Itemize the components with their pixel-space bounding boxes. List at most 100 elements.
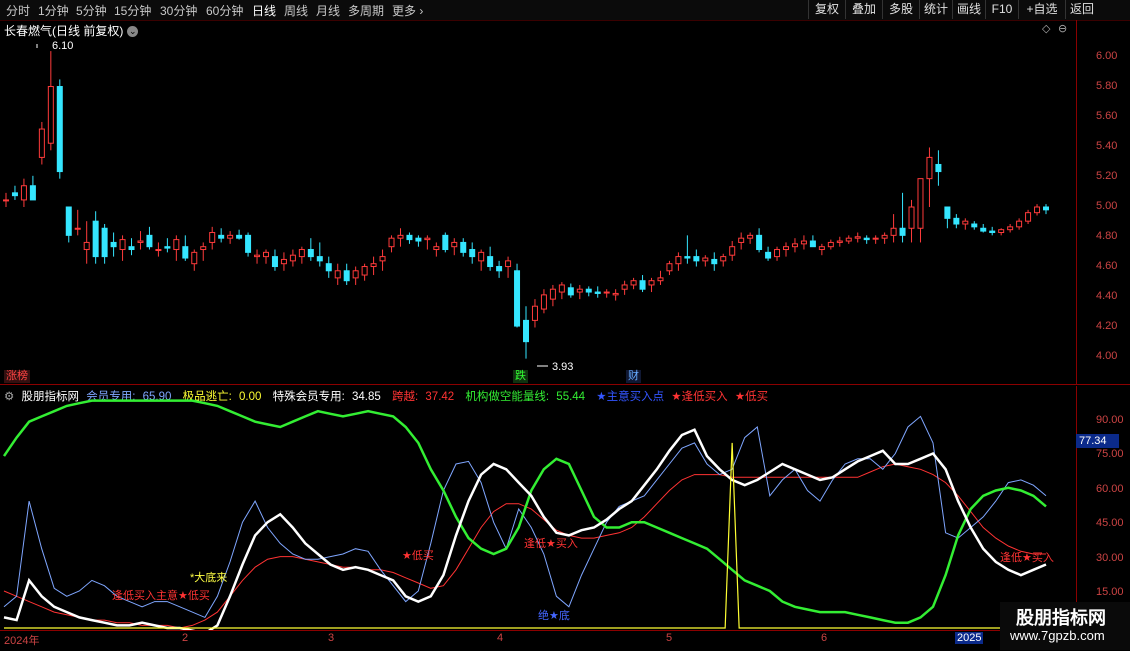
candle-body xyxy=(460,241,467,253)
candle-body xyxy=(442,234,449,251)
date-label: 2025 xyxy=(955,632,984,644)
candle-body xyxy=(191,251,198,265)
candle-body xyxy=(836,240,843,243)
label-low-buy: ★低买 xyxy=(402,550,434,562)
candle-body xyxy=(953,217,960,225)
candle-body xyxy=(343,270,350,282)
candle-body xyxy=(298,249,305,258)
candle-body xyxy=(738,237,745,243)
candle-body xyxy=(280,258,287,265)
candle-body xyxy=(818,246,825,251)
candle-body xyxy=(675,256,682,265)
candle-body xyxy=(137,240,144,243)
candle-body xyxy=(603,291,610,294)
candle-body xyxy=(989,230,996,234)
price-tick: 5.60 xyxy=(1096,110,1118,122)
candle-body xyxy=(514,270,521,327)
price-tick: 5.40 xyxy=(1096,140,1118,152)
candle-body xyxy=(549,288,556,300)
indicator-tick: 30.00 xyxy=(1096,552,1124,564)
candle-body xyxy=(451,241,458,248)
candle-body xyxy=(980,227,987,232)
candle-body xyxy=(881,234,888,239)
indicator-tick: 60.00 xyxy=(1096,483,1124,495)
chart-svg[interactable] xyxy=(0,0,1076,630)
candle-body xyxy=(496,266,503,272)
indicator-tick: 45.00 xyxy=(1096,517,1124,529)
candle-body xyxy=(531,305,538,321)
candle-body xyxy=(74,227,81,230)
candle-body xyxy=(612,292,619,296)
candle-body xyxy=(809,240,816,248)
price-tick: 4.60 xyxy=(1096,260,1118,272)
watermark-url: www.7gpzb.com xyxy=(1010,628,1105,643)
candle-body xyxy=(702,257,709,262)
candle-body xyxy=(765,251,772,259)
candle-body xyxy=(424,237,431,241)
candle-body xyxy=(254,254,261,258)
candle-body xyxy=(307,249,314,258)
candle-body xyxy=(827,241,834,248)
candle-body xyxy=(487,256,494,268)
candle-body xyxy=(469,249,476,258)
candle-body xyxy=(361,266,368,276)
candle-body xyxy=(1007,226,1014,231)
candle-body xyxy=(657,277,664,282)
blue-line xyxy=(3,415,1047,619)
candle-body xyxy=(128,246,135,251)
candle-body xyxy=(756,234,763,251)
candle-body xyxy=(245,234,252,253)
candle-body xyxy=(998,229,1005,234)
candle-body xyxy=(791,243,798,248)
candle-body xyxy=(155,249,162,252)
date-axis: 2024年 2 3 4 5 6 2025 xyxy=(0,630,1130,651)
candle-body xyxy=(65,206,72,236)
candle-body xyxy=(397,234,404,239)
date-label: 3 xyxy=(328,632,335,644)
candle-body xyxy=(3,199,9,202)
candle-body xyxy=(334,270,341,279)
candle-body xyxy=(56,86,63,173)
date-label: 2024年 xyxy=(4,635,40,647)
candle-body xyxy=(630,280,637,286)
candle-body xyxy=(164,246,171,249)
candle-body xyxy=(523,319,529,343)
candle-body xyxy=(110,241,117,248)
date-label: 5 xyxy=(666,632,673,644)
candle-body xyxy=(684,256,691,259)
candle-body xyxy=(263,251,269,258)
price-tick: 5.20 xyxy=(1096,170,1118,182)
candle-body xyxy=(648,280,655,286)
candle-body xyxy=(209,232,216,243)
candle-body xyxy=(962,220,969,225)
candle-body xyxy=(271,256,278,268)
candle-body xyxy=(639,280,646,290)
candle-body xyxy=(92,220,99,258)
candle-body xyxy=(971,223,978,228)
candle-body xyxy=(666,263,673,272)
candle-body xyxy=(1034,206,1041,214)
candle-body xyxy=(729,246,736,256)
label-dip-main-buy: 逢低买入主意★低买 xyxy=(112,590,210,602)
indicator-tick: 90.00 xyxy=(1096,414,1124,426)
candle-body xyxy=(899,227,906,236)
price-tick: 5.00 xyxy=(1096,200,1118,212)
indicator-tick: 75.00 xyxy=(1096,448,1124,460)
label-dip-buy-1: 逢低★买入 xyxy=(524,538,578,550)
label-dip-buy-2: 逢低★买入 xyxy=(1000,552,1054,564)
candle-body xyxy=(370,263,377,268)
label-big-bottom: *大底来 xyxy=(190,572,228,584)
candle-body xyxy=(505,260,512,268)
candle-body xyxy=(693,256,700,262)
candle-body xyxy=(379,256,386,262)
candle-body xyxy=(567,287,574,296)
candle-body xyxy=(800,240,807,245)
candle-body xyxy=(101,227,108,258)
candle-body xyxy=(182,246,189,259)
candle-body xyxy=(218,234,225,239)
candle-body xyxy=(316,256,323,262)
candle-body xyxy=(415,237,422,242)
candle-body xyxy=(406,234,413,241)
candle-body xyxy=(236,234,243,239)
watermark-title: 股朋指标网 xyxy=(1016,608,1106,628)
